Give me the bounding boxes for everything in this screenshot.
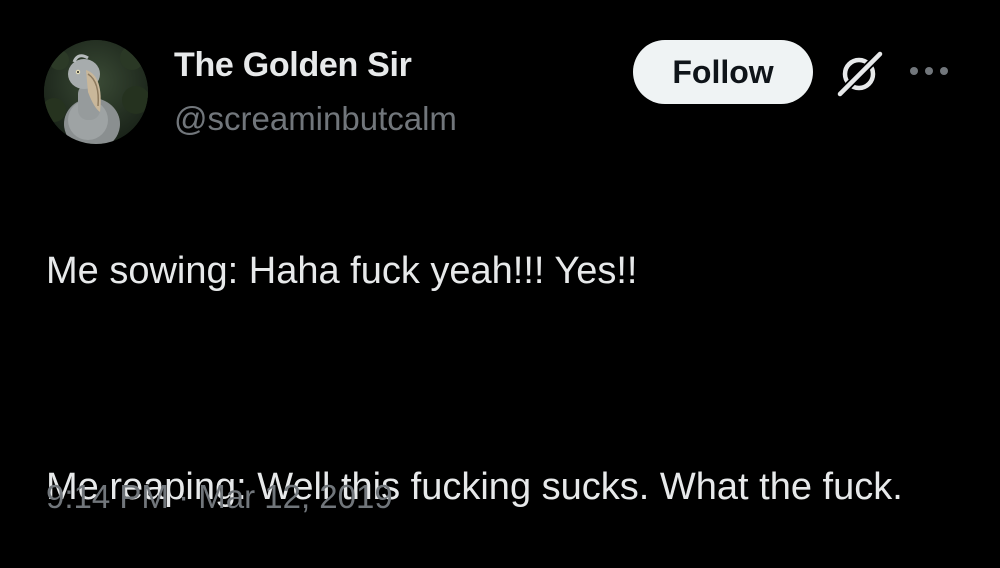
grok-slash-icon — [837, 51, 883, 97]
ellipsis-icon — [910, 67, 948, 75]
meta-separator: · — [178, 478, 190, 515]
user-handle[interactable]: @screaminbutcalm — [174, 100, 457, 138]
display-name[interactable]: The Golden Sir — [174, 46, 412, 85]
shoebill-bird-avatar-icon — [44, 40, 148, 144]
tweet-timestamp: 9:14 PM · Mar 12, 2019 — [46, 478, 393, 516]
tweet-line-sowing: Me sowing: Haha fuck yeah!!! Yes!! — [46, 250, 638, 292]
grok-icon[interactable] — [834, 48, 884, 98]
more-icon[interactable] — [906, 56, 952, 86]
tweet-time[interactable]: 9:14 PM — [46, 478, 169, 515]
follow-button[interactable]: Follow — [633, 40, 813, 104]
tweet-card: The Golden Sir @screaminbutcalm Follow M… — [0, 0, 1000, 567]
tweet-date[interactable]: Mar 12, 2019 — [198, 478, 392, 515]
avatar[interactable] — [44, 40, 148, 144]
